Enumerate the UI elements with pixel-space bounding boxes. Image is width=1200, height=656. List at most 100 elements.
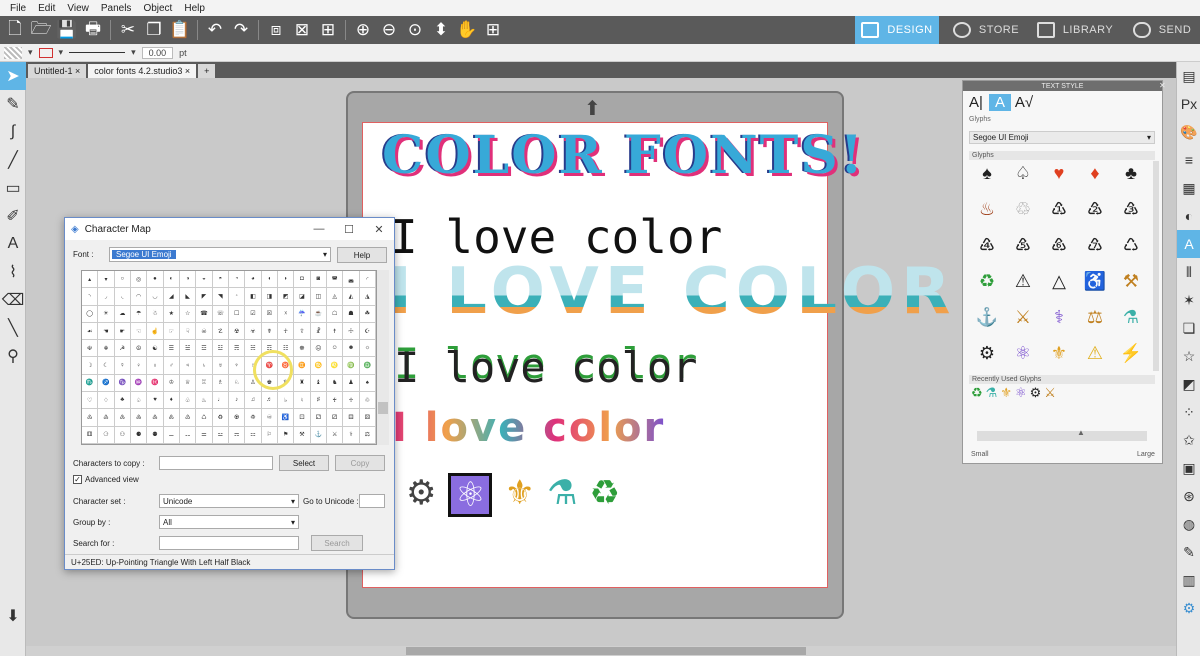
recycle-green-glyph-icon[interactable]: ♻: [969, 263, 1005, 299]
glyph-scrollbar[interactable]: [1153, 161, 1159, 371]
char-cell[interactable]: ●: [147, 271, 164, 289]
char-cell[interactable]: ☞: [163, 322, 180, 341]
glyph-tab-icon[interactable]: A: [989, 94, 1011, 111]
char-cell[interactable]: ☀: [98, 305, 115, 323]
char-cell[interactable]: ☾: [98, 357, 115, 375]
char-cell[interactable]: ♾: [261, 409, 278, 427]
lightning-glyph-icon[interactable]: ⚡: [1113, 335, 1149, 363]
text-effects-tab-icon[interactable]: A√: [1013, 94, 1035, 111]
char-cell[interactable]: ☿: [114, 357, 131, 375]
bezier-icon[interactable]: ∫: [0, 118, 26, 146]
char-cell[interactable]: ☠: [196, 322, 213, 341]
characters-to-copy-input[interactable]: [159, 456, 273, 470]
char-cell[interactable]: ♊: [294, 357, 311, 375]
char-cell[interactable]: ◒: [196, 271, 213, 289]
canvas-text-love-pattern[interactable]: I love color: [392, 405, 665, 451]
char-cell[interactable]: ◞: [98, 288, 115, 306]
char-cell[interactable]: ♂: [163, 357, 180, 375]
select-arrow-icon[interactable]: ➤: [0, 62, 26, 90]
char-cell[interactable]: ♀: [131, 357, 148, 375]
pixscan-icon[interactable]: Px: [1177, 90, 1200, 118]
char-cell[interactable]: ⚒: [294, 426, 311, 444]
gear-emoji-icon[interactable]: ⚙: [406, 473, 436, 517]
char-cell[interactable]: ◣: [180, 288, 197, 306]
char-cell[interactable]: ♄: [196, 357, 213, 375]
char-cell[interactable]: ◯: [82, 305, 99, 323]
char-cell[interactable]: ☨: [327, 322, 344, 341]
chevron-down-icon[interactable]: ▾: [131, 47, 136, 58]
copy-button[interactable]: Copy: [335, 455, 385, 471]
char-cell[interactable]: ◜: [359, 271, 376, 289]
char-cell[interactable]: ☸: [294, 340, 311, 358]
crossed-swords-glyph-icon[interactable]: ⚔: [1044, 385, 1056, 401]
dialog-titlebar[interactable]: ◈ Character Map — ☐ ✕: [65, 218, 394, 240]
line-style-icon[interactable]: ≡: [1177, 146, 1200, 174]
recycle-glyph-icon[interactable]: ♶: [969, 227, 1005, 263]
go-to-unicode-input[interactable]: [359, 494, 385, 508]
char-cell[interactable]: ⚉: [147, 426, 164, 444]
recycle-glyph-icon[interactable]: ♴: [1077, 191, 1113, 227]
atom-glyph-icon[interactable]: ⚛: [1015, 385, 1027, 401]
close-icon[interactable]: ✕: [1159, 81, 1166, 90]
rectangle-tool-icon[interactable]: ▭: [0, 174, 26, 202]
char-cell[interactable]: ◮: [359, 288, 376, 306]
wrap-icon[interactable]: ⊛: [1177, 482, 1200, 510]
char-cell[interactable]: ⚔: [327, 426, 344, 444]
char-cell[interactable]: ◦: [229, 288, 246, 306]
char-cell[interactable]: ☡: [212, 322, 229, 341]
char-cell[interactable]: ⚃: [343, 409, 360, 427]
char-cell[interactable]: ☆: [180, 305, 197, 323]
char-cell[interactable]: ◚: [327, 271, 344, 289]
char-cell[interactable]: ☼: [359, 340, 376, 358]
char-cell[interactable]: ☃: [147, 305, 164, 323]
wheelchair-glyph-icon[interactable]: ♿: [1077, 263, 1113, 299]
crossed-swords-glyph-icon[interactable]: ⚔: [1005, 299, 1041, 335]
scales-glyph-icon[interactable]: ⚖: [1077, 299, 1113, 335]
char-cell[interactable]: ♌: [327, 357, 344, 375]
horizontal-scrollbar[interactable]: [26, 646, 1176, 656]
tab-store[interactable]: STORE: [944, 16, 1028, 44]
char-cell[interactable]: ◭: [343, 288, 360, 306]
eraser-icon[interactable]: ⌫: [0, 286, 26, 314]
tab-design[interactable]: DESIGN: [855, 16, 939, 44]
char-cell[interactable]: ◤: [196, 288, 213, 306]
char-cell[interactable]: ♭: [278, 392, 295, 410]
chevron-down-icon[interactable]: ▾: [59, 47, 64, 58]
char-cell[interactable]: ▾: [98, 271, 115, 289]
char-cell[interactable]: ◫: [310, 288, 327, 306]
char-cell[interactable]: ☘: [359, 305, 376, 323]
menu-view[interactable]: View: [61, 3, 95, 14]
char-cell[interactable]: ♧: [180, 392, 197, 410]
char-cell[interactable]: ⚌: [196, 426, 213, 444]
undo-icon[interactable]: ↶: [202, 17, 228, 43]
canvas-text-color-fonts[interactable]: COLOR FONTS!: [382, 125, 865, 186]
pin-icon[interactable]: ✎: [1177, 538, 1200, 566]
replicate-icon[interactable]: ❏: [1177, 314, 1200, 342]
spade-outline-glyph-icon[interactable]: ♤: [1005, 155, 1041, 191]
char-cell[interactable]: ◨: [261, 288, 278, 306]
close-icon[interactable]: ✕: [364, 223, 394, 236]
cut-icon[interactable]: ✂: [115, 17, 141, 43]
char-cell[interactable]: ☐: [229, 305, 246, 323]
copy-icon[interactable]: ❐: [141, 17, 167, 43]
triangle-outline-glyph-icon[interactable]: △: [1041, 263, 1077, 299]
char-cell[interactable]: ♩: [212, 392, 229, 410]
char-cell[interactable]: ☜: [131, 322, 148, 341]
char-cell[interactable]: ♰: [327, 392, 344, 410]
alembic-glyph-icon[interactable]: ⚗: [986, 385, 998, 401]
glyph-font-select[interactable]: Segoe UI Emoji ▾: [969, 131, 1155, 144]
char-cell[interactable]: ⚀: [294, 409, 311, 427]
save-icon[interactable]: 💾: [54, 17, 80, 43]
print-icon[interactable]: 🖶: [80, 17, 106, 43]
char-cell[interactable]: ◓: [212, 271, 229, 289]
triangle-glyph-icon[interactable]: ⚠: [1005, 263, 1041, 299]
spade-glyph-icon[interactable]: ♠: [969, 155, 1005, 191]
char-cell[interactable]: ☴: [229, 340, 246, 358]
scroll-thumb[interactable]: [378, 402, 388, 414]
scroll-thumb[interactable]: [406, 647, 806, 655]
char-cell[interactable]: ☽: [82, 357, 99, 375]
menu-object[interactable]: Object: [137, 3, 178, 14]
char-cell[interactable]: ♟: [343, 374, 360, 393]
fill-palette-icon[interactable]: 🎨: [1177, 118, 1200, 146]
char-cell[interactable]: ◔: [229, 271, 246, 289]
